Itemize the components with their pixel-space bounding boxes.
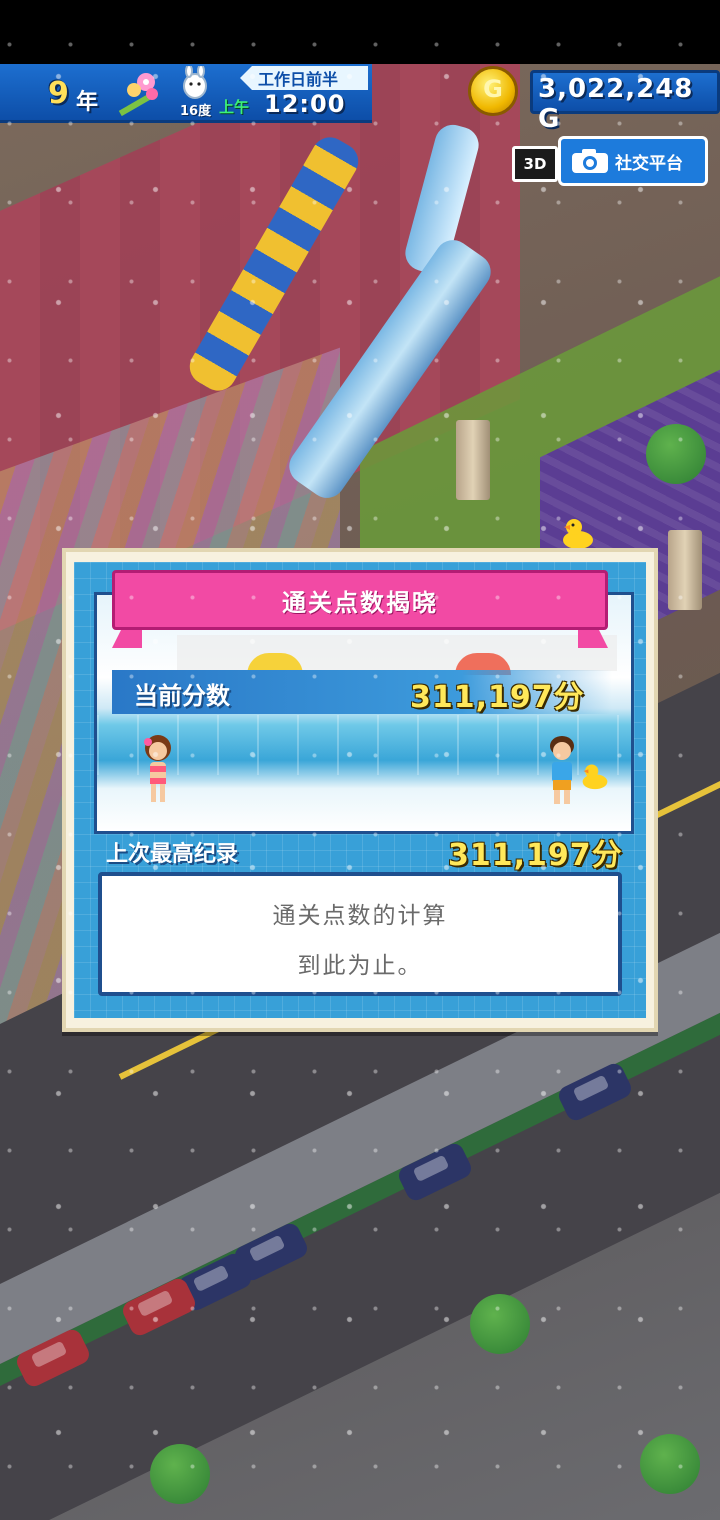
current-score-value: 311,197分 — [410, 680, 585, 715]
period-label: 工作日前半 — [258, 70, 339, 89]
tree — [640, 1434, 700, 1494]
stone-pillar[interactable] — [456, 420, 490, 500]
dialog-title: 通关点数揭晓 — [282, 589, 438, 617]
social-platform-button[interactable]: 社交平台 — [558, 136, 708, 186]
current-score-label: 当前分数 — [134, 682, 230, 710]
duck-icon — [563, 519, 593, 549]
3d-view-button[interactable]: 3D — [512, 146, 558, 182]
scene-building — [177, 635, 617, 671]
record-value: 311,197分 — [448, 838, 623, 873]
game-clock: 12:00 — [264, 90, 346, 118]
gold-coin-icon: G — [468, 66, 518, 116]
year-unit: 年 — [76, 90, 99, 115]
stone-pillar[interactable] — [668, 530, 702, 610]
boy-character — [550, 736, 574, 804]
message-box[interactable]: 通关点数的计算 到此为止。 — [98, 872, 622, 996]
record-label: 上次最高纪录 — [106, 842, 239, 867]
social-platform-label: 社交平台 — [615, 154, 683, 174]
tree — [150, 1444, 210, 1504]
mascot-icon — [183, 66, 207, 99]
am-pm-label: 上午 — [219, 98, 250, 116]
coin-symbol: G — [483, 75, 503, 103]
flower-icon — [118, 73, 158, 116]
temperature-label: 16度 — [180, 104, 212, 119]
duck-toy-icon — [582, 764, 608, 790]
year-number: 9 — [48, 76, 69, 111]
message-line-1: 通关点数的计算 — [272, 903, 448, 929]
tree — [646, 424, 706, 484]
girl-character — [144, 735, 171, 802]
camera-icon — [572, 149, 608, 173]
status-bar — [0, 0, 720, 64]
gold-value: 3,022,248 G — [538, 74, 694, 134]
tree — [470, 1294, 530, 1354]
message-line-2: 到此为止。 — [297, 953, 423, 979]
title-banner: 通关点数揭晓 — [112, 570, 608, 630]
